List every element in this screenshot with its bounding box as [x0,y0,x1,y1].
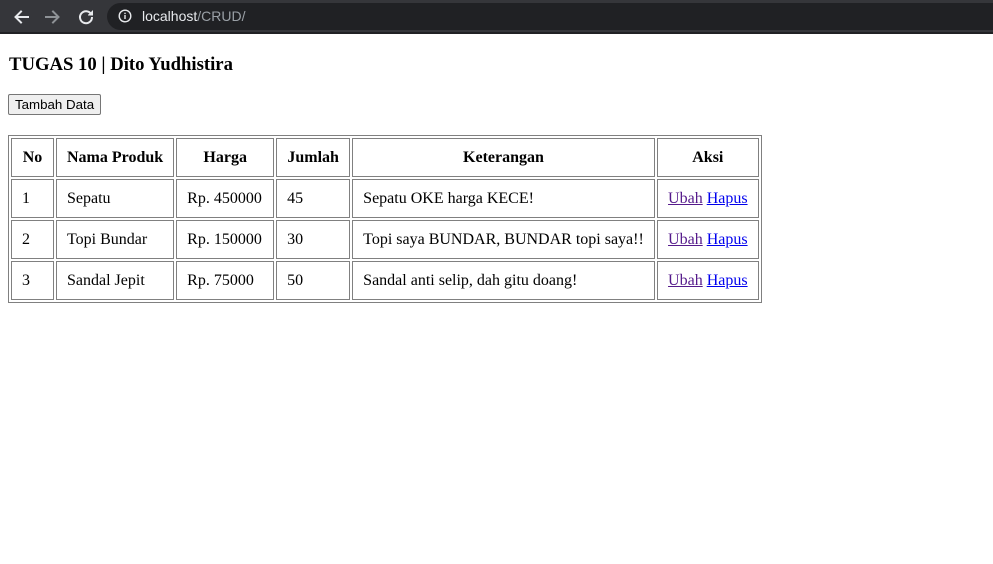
cell-nama: Topi Bundar [56,220,175,259]
table-row: 1 Sepatu Rp. 450000 45 Sepatu OKE harga … [11,179,759,218]
cell-jumlah: 45 [276,179,351,218]
header-nama-produk: Nama Produk [56,138,175,177]
cell-keterangan: Sandal anti selip, dah gitu doang! [352,261,655,300]
header-harga: Harga [176,138,275,177]
cell-harga: Rp. 450000 [176,179,275,218]
cell-no: 2 [11,220,54,259]
delete-link[interactable]: Hapus [707,190,748,207]
cell-no: 1 [11,179,54,218]
table-header-row: No Nama Produk Harga Jumlah Keterangan A… [11,138,759,177]
header-no: No [11,138,54,177]
cell-jumlah: 30 [276,220,351,259]
url-text[interactable]: localhost/CRUD/ [142,8,246,25]
delete-link[interactable]: Hapus [707,231,748,248]
cell-no: 3 [11,261,54,300]
reload-button[interactable] [75,6,97,28]
edit-link[interactable]: Ubah [668,272,703,289]
cell-keterangan: Sepatu OKE harga KECE! [352,179,655,218]
cell-keterangan: Topi saya BUNDAR, BUNDAR topi saya!! [352,220,655,259]
forward-button[interactable] [42,6,64,28]
table-row: 2 Topi Bundar Rp. 150000 30 Topi saya BU… [11,220,759,259]
add-data-button[interactable]: Tambah Data [8,94,102,115]
cell-nama: Sepatu [56,179,175,218]
reload-icon [79,10,94,25]
cell-harga: Rp. 150000 [176,220,275,259]
cell-aksi: Ubah Hapus [656,220,759,259]
page-content: TUGAS 10 | Dito Yudhistira Tambah Data N… [0,36,993,564]
arrow-left-icon [14,10,29,24]
back-button[interactable] [10,6,32,28]
cell-harga: Rp. 75000 [176,261,275,300]
header-jumlah: Jumlah [276,138,351,177]
browser-toolbar: localhost/CRUD/ [0,0,993,34]
edit-link[interactable]: Ubah [668,231,703,248]
table-row: 3 Sandal Jepit Rp. 75000 50 Sandal anti … [11,261,759,300]
page-title: TUGAS 10 | Dito Yudhistira [9,54,233,75]
info-icon[interactable] [118,9,132,23]
cell-aksi: Ubah Hapus [656,261,759,300]
url-path: /CRUD/ [197,8,246,24]
cell-jumlah: 50 [276,261,351,300]
header-aksi: Aksi [656,138,759,177]
product-table: No Nama Produk Harga Jumlah Keterangan A… [8,135,762,303]
edit-link[interactable]: Ubah [668,190,703,207]
header-keterangan: Keterangan [352,138,655,177]
cell-nama: Sandal Jepit [56,261,175,300]
cell-aksi: Ubah Hapus [656,179,759,218]
delete-link[interactable]: Hapus [707,272,748,289]
address-bar[interactable]: localhost/CRUD/ [107,3,993,30]
url-host: localhost [142,8,198,24]
arrow-right-icon [45,10,60,24]
